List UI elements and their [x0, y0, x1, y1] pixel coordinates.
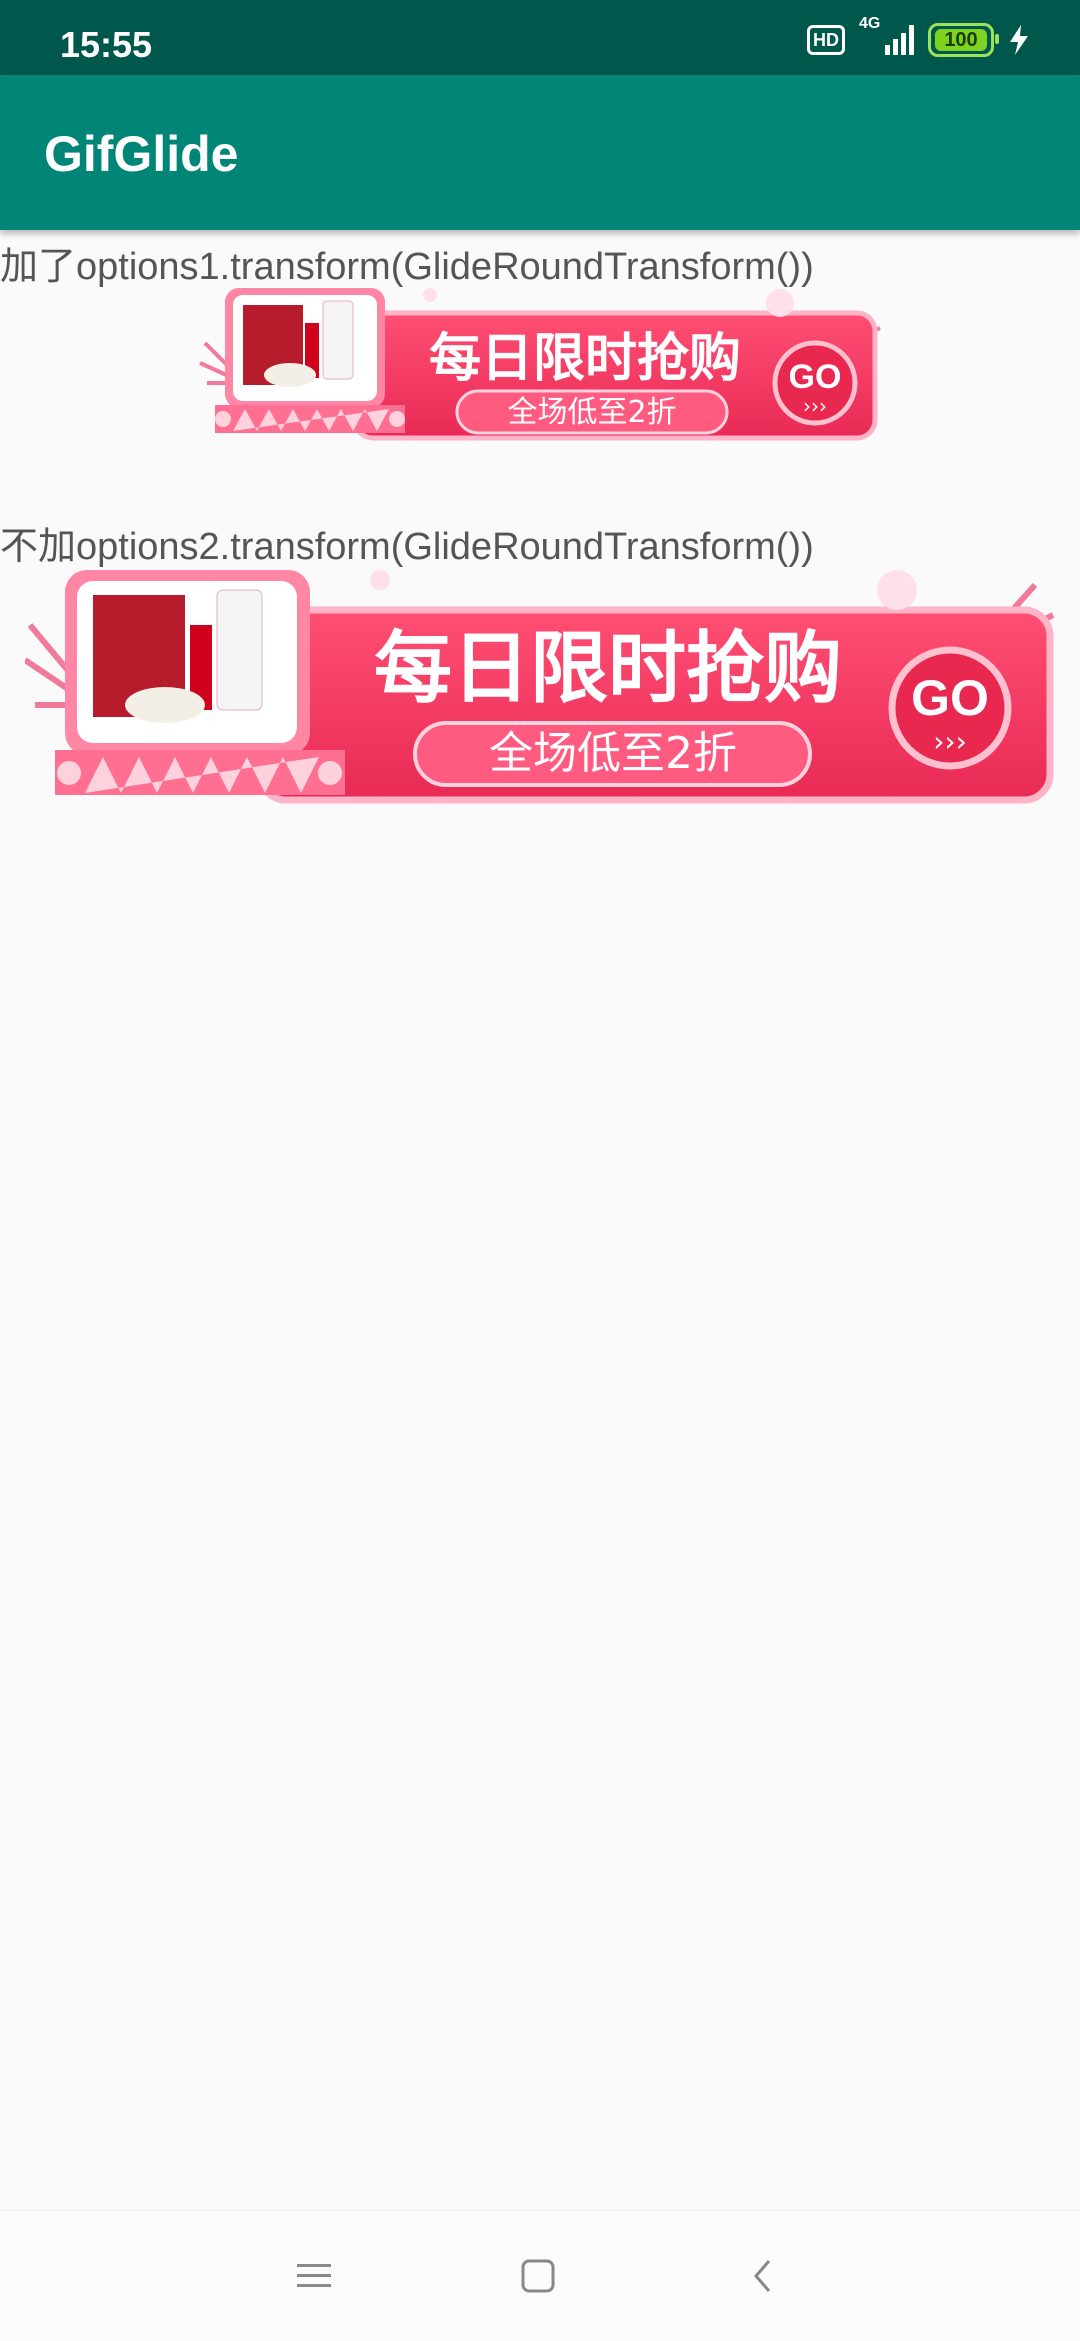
banner-image-plain[interactable]: 每日限时抢购 全场低至2折 GO ››› [25, 565, 1055, 820]
go-arrows: ››› [803, 394, 827, 418]
status-time: 15:55 [60, 24, 153, 65]
hd-icon: HD [807, 25, 845, 55]
banner-headline: 每日限时抢购 [374, 624, 842, 714]
home-icon [521, 2259, 555, 2293]
charging-icon [1010, 25, 1028, 55]
banner-subline: 全场低至2折 [489, 728, 737, 779]
status-icons: HD 4G 100 [807, 15, 1030, 58]
app-title: GifGlide [44, 126, 239, 182]
banner-subline: 全场低至2折 [507, 395, 676, 430]
menu-icon [297, 2264, 331, 2287]
go-label: GO [789, 358, 842, 396]
network-type-label: 4G [859, 15, 881, 32]
back-icon [754, 2260, 771, 2292]
navigation-bar [0, 2210, 1080, 2341]
home-button[interactable] [508, 2246, 568, 2306]
caption-with-transform: 加了options1.transform(GlideRoundTransform… [0, 246, 814, 288]
go-label: GO [911, 670, 989, 726]
status-bar: 15:55 HD 4G 100 [0, 0, 1080, 75]
battery-level: 100 [935, 29, 987, 51]
menu-button[interactable] [284, 2246, 344, 2306]
battery-icon: 100 [928, 23, 999, 57]
back-button[interactable] [733, 2246, 793, 2306]
go-arrows: ››› [933, 725, 967, 758]
signal-icon: 4G [859, 15, 914, 55]
caption-without-transform: 不加options2.transform(GlideRoundTransform… [0, 526, 814, 568]
app-bar: GifGlide [0, 75, 1080, 230]
banner-headline: 每日限时抢购 [429, 329, 741, 389]
banner-image-rounded[interactable]: 每日限时抢购 全场低至2折 GO ››› [195, 283, 885, 453]
